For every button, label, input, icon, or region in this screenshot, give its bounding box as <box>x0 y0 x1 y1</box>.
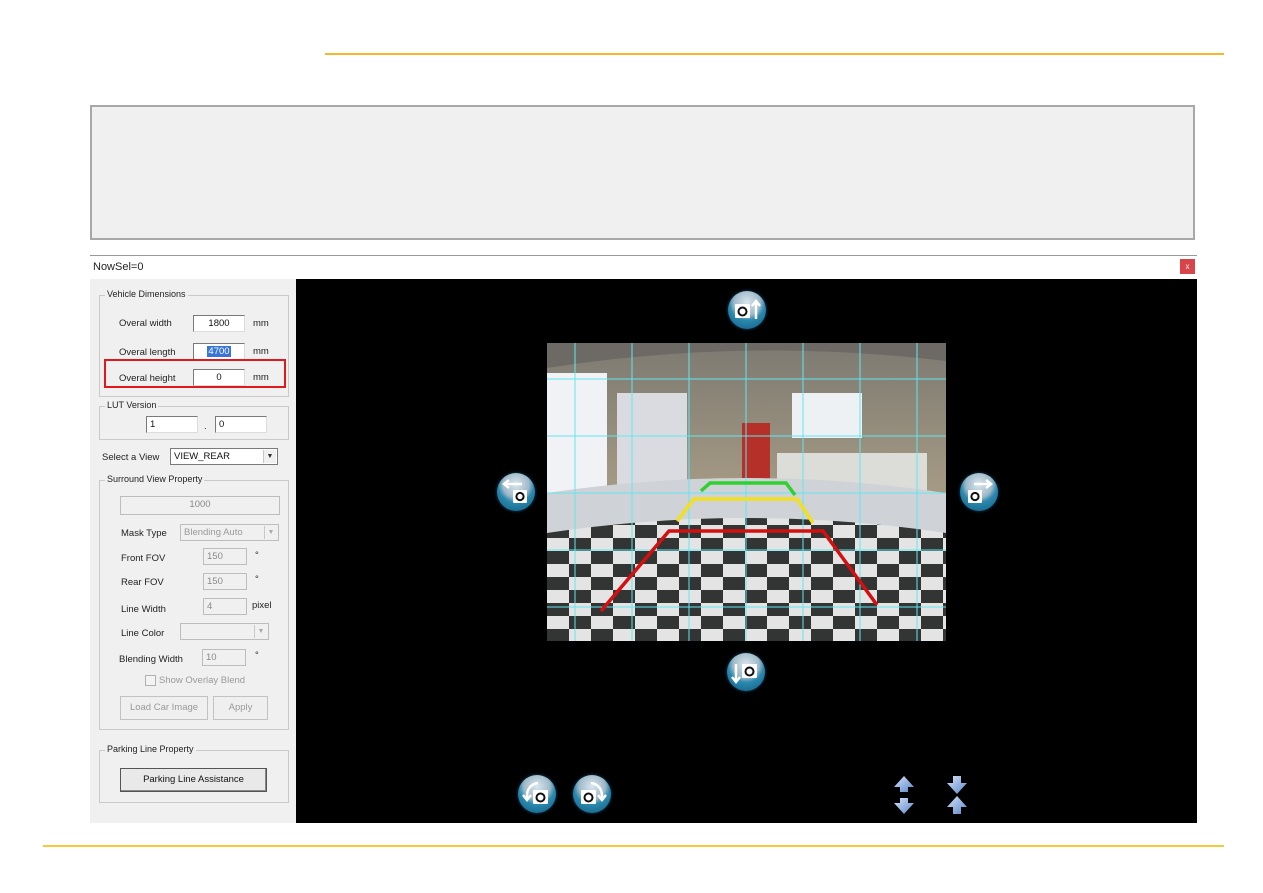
lut-version-label: LUT Version <box>105 400 159 410</box>
chevron-down-icon[interactable]: ▼ <box>263 450 276 463</box>
camera-left-arrow-icon <box>501 479 527 503</box>
front-fov-input: 150 <box>203 548 247 565</box>
surround-view-group: Surround View Property 1000 Mask Type Bl… <box>99 474 289 730</box>
line-color-dropdown[interactable]: ▼ <box>180 623 269 640</box>
lut-version-group: LUT Version 1 . 0 <box>99 400 289 440</box>
vehicle-dimensions-label: Vehicle Dimensions <box>105 289 188 299</box>
camera-move-down-button[interactable] <box>727 653 765 691</box>
chevron-down-icon: ▼ <box>264 526 277 539</box>
camera-rotate-right-icon <box>581 781 607 804</box>
camera-right-arrow-icon <box>968 479 994 503</box>
camera-move-up-button[interactable] <box>728 291 766 329</box>
overall-width-unit: mm <box>253 318 269 329</box>
shrink-vertical-button[interactable] <box>944 775 970 815</box>
rear-fov-label: Rear FOV <box>121 577 164 588</box>
select-view-value: VIEW_REAR <box>174 451 230 462</box>
rear-fov-unit: ° <box>255 574 259 585</box>
apply-button[interactable]: Apply <box>213 696 268 720</box>
camera-rotate-left-icon <box>522 781 548 804</box>
left-window <box>547 373 607 493</box>
select-view-dropdown[interactable]: VIEW_REAR ▼ <box>170 448 278 465</box>
rear-camera-image <box>547 343 946 641</box>
blending-width-label: Blending Width <box>119 654 183 665</box>
parking-line-assistance-button[interactable]: Parking Line Assistance <box>120 768 267 792</box>
camera-rotate-cw-button[interactable] <box>573 775 611 813</box>
line-width-label: Line Width <box>121 604 166 615</box>
close-button[interactable]: x <box>1180 259 1195 274</box>
settings-panel: Vehicle Dimensions Overal width 1800 mm … <box>90 279 296 823</box>
overall-length-value: 4700 <box>207 346 231 357</box>
mask-type-value: Blending Auto <box>184 527 243 538</box>
line-color-label: Line Color <box>121 628 165 639</box>
overall-length-unit: mm <box>253 346 269 357</box>
show-overlay-blend-label: Show Overlay Blend <box>159 675 246 686</box>
length-highlight-box <box>104 359 286 388</box>
lut-minor-input[interactable]: 0 <box>215 416 267 433</box>
overall-length-label: Overal length <box>119 347 176 358</box>
parking-line-label: Parking Line Property <box>105 744 196 754</box>
surround-view-label: Surround View Property <box>105 474 205 484</box>
camera-move-right-button[interactable] <box>960 473 998 511</box>
select-view-label: Select a View <box>102 452 160 463</box>
surround-value-field: 1000 <box>120 496 280 515</box>
footer-rule <box>43 845 1224 847</box>
expand-vertical-button[interactable] <box>891 775 917 815</box>
parking-line-group: Parking Line Property Parking Line Assis… <box>99 744 289 803</box>
overall-width-label: Overal width <box>119 318 172 329</box>
camera-rotate-ccw-button[interactable] <box>518 775 556 813</box>
camera-viewer <box>296 279 1197 823</box>
blending-width-input: 10 <box>202 649 246 666</box>
lut-major-input[interactable]: 1 <box>146 416 198 433</box>
load-car-image-button[interactable]: Load Car Image <box>120 696 208 720</box>
camera-move-left-button[interactable] <box>497 473 535 511</box>
lut-separator: . <box>204 421 207 432</box>
line-width-input: 4 <box>203 598 247 615</box>
mask-type-label: Mask Type <box>121 528 167 539</box>
blending-width-unit: ° <box>255 650 259 661</box>
window-title: NowSel=0 <box>93 261 144 273</box>
camera-scene <box>547 343 946 641</box>
shrink-vertical-arrows-icon <box>947 776 967 814</box>
camera-down-arrow-icon <box>731 664 757 685</box>
expand-vertical-arrows-icon <box>894 776 914 814</box>
overall-length-input[interactable]: 4700 <box>193 343 245 360</box>
line-width-unit: pixel <box>252 600 272 611</box>
front-fov-label: Front FOV <box>121 553 166 564</box>
note-box <box>90 105 1195 240</box>
chevron-down-icon: ▼ <box>254 625 267 638</box>
front-fov-unit: ° <box>255 550 259 561</box>
show-overlay-blend-checkbox[interactable] <box>145 675 156 686</box>
rear-fov-input: 150 <box>203 573 247 590</box>
title-bar: NowSel=0 x <box>90 256 1197 279</box>
overall-width-input[interactable]: 1800 <box>193 315 245 332</box>
mask-type-dropdown[interactable]: Blending Auto ▼ <box>180 524 279 541</box>
camera-up-arrow-icon <box>735 298 761 319</box>
door-opening <box>617 393 687 493</box>
header-rule <box>325 53 1224 55</box>
lut-tool-window: NowSel=0 x Vehicle Dimensions Overal wid… <box>90 255 1197 823</box>
